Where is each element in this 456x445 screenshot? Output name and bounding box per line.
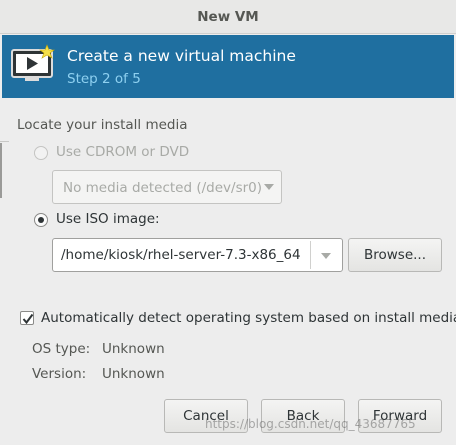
- iso-path-combo[interactable]: /home/kiosk/rhel-server-7.3-x86_64: [52, 238, 343, 272]
- cdrom-radio[interactable]: [34, 146, 48, 160]
- version-key: Version:: [32, 366, 87, 382]
- window-title: New VM: [197, 9, 259, 25]
- checkmark-icon: [22, 313, 34, 325]
- version-value: Unknown: [102, 366, 165, 382]
- wizard-title: Create a new virtual machine: [67, 47, 296, 65]
- wizard-step: Step 2 of 5: [67, 71, 141, 87]
- cdrom-radio-label: Use CDROM or DVD: [56, 144, 190, 160]
- auto-detect-checkbox[interactable]: [20, 311, 34, 325]
- browse-button[interactable]: Browse...: [348, 238, 442, 272]
- iso-path-input[interactable]: /home/kiosk/rhel-server-7.3-x86_64: [61, 247, 309, 263]
- iso-radio[interactable]: [34, 213, 48, 227]
- chevron-down-icon[interactable]: [321, 253, 331, 259]
- combo-separator: [310, 241, 311, 269]
- watermark-text: https://blog.csdn.net/qq_43687765: [205, 417, 416, 431]
- wizard-header: Create a new virtual machine Step 2 of 5: [2, 35, 454, 98]
- auto-detect-label: Automatically detect operating system ba…: [41, 310, 456, 326]
- chevron-down-icon: [264, 184, 274, 190]
- section-divider: [0, 141, 9, 142]
- os-type-key: OS type:: [32, 341, 91, 357]
- radio-dot-icon: [38, 217, 44, 223]
- cdrom-select[interactable]: No media detected (/dev/sr0): [52, 170, 282, 204]
- iso-radio-label: Use ISO image:: [56, 211, 160, 227]
- media-section-label: Locate your install media: [17, 117, 188, 133]
- window-titlebar: New VM: [0, 0, 456, 34]
- os-type-value: Unknown: [102, 341, 165, 357]
- cdrom-select-value: No media detected (/dev/sr0): [63, 180, 263, 196]
- left-edge-marker: [0, 143, 2, 198]
- monitor-play-icon: [11, 44, 59, 84]
